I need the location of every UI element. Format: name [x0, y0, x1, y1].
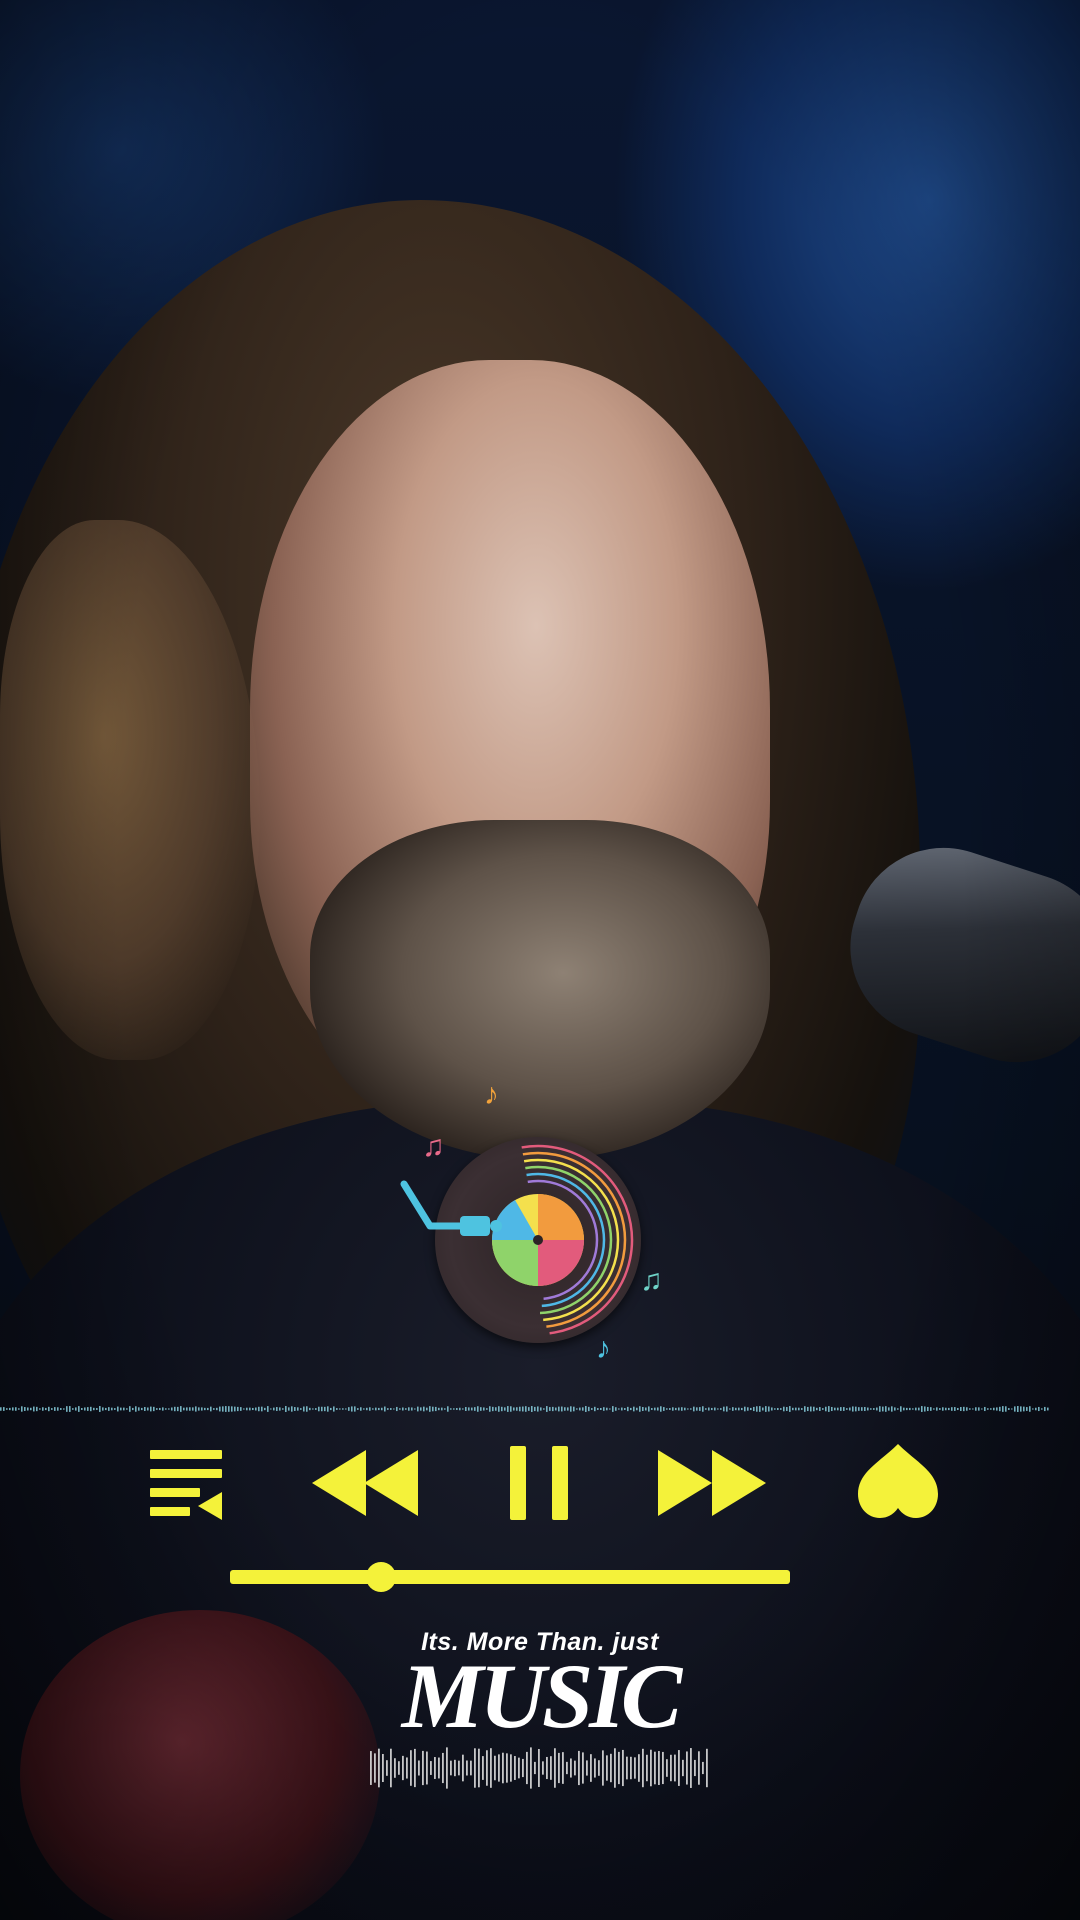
pause-icon[interactable] — [508, 1444, 570, 1522]
rewind-icon[interactable] — [310, 1448, 420, 1518]
heart-icon[interactable] — [856, 1442, 940, 1520]
music-note-icon: ♪ — [484, 1078, 499, 1111]
audio-waveform-line — [0, 1406, 1049, 1412]
vinyl-record-sticker: ♪ ♫ ♫ ♪ — [400, 1078, 663, 1364]
fast-forward-icon[interactable] — [656, 1448, 768, 1518]
music-logo-text: MUSIC — [401, 1645, 683, 1747]
music-note-icon: ♫ — [640, 1264, 663, 1297]
video-frame: ♪ ♫ ♫ ♪ Its. More Than. just MUSIC — [0, 0, 1080, 1920]
sound-wave-barcode — [370, 1747, 708, 1789]
progress-knob[interactable] — [366, 1562, 397, 1592]
playlist-icon[interactable] — [148, 1446, 224, 1522]
progress-bar[interactable] — [230, 1570, 790, 1584]
tonearm-icon — [400, 1180, 502, 1236]
